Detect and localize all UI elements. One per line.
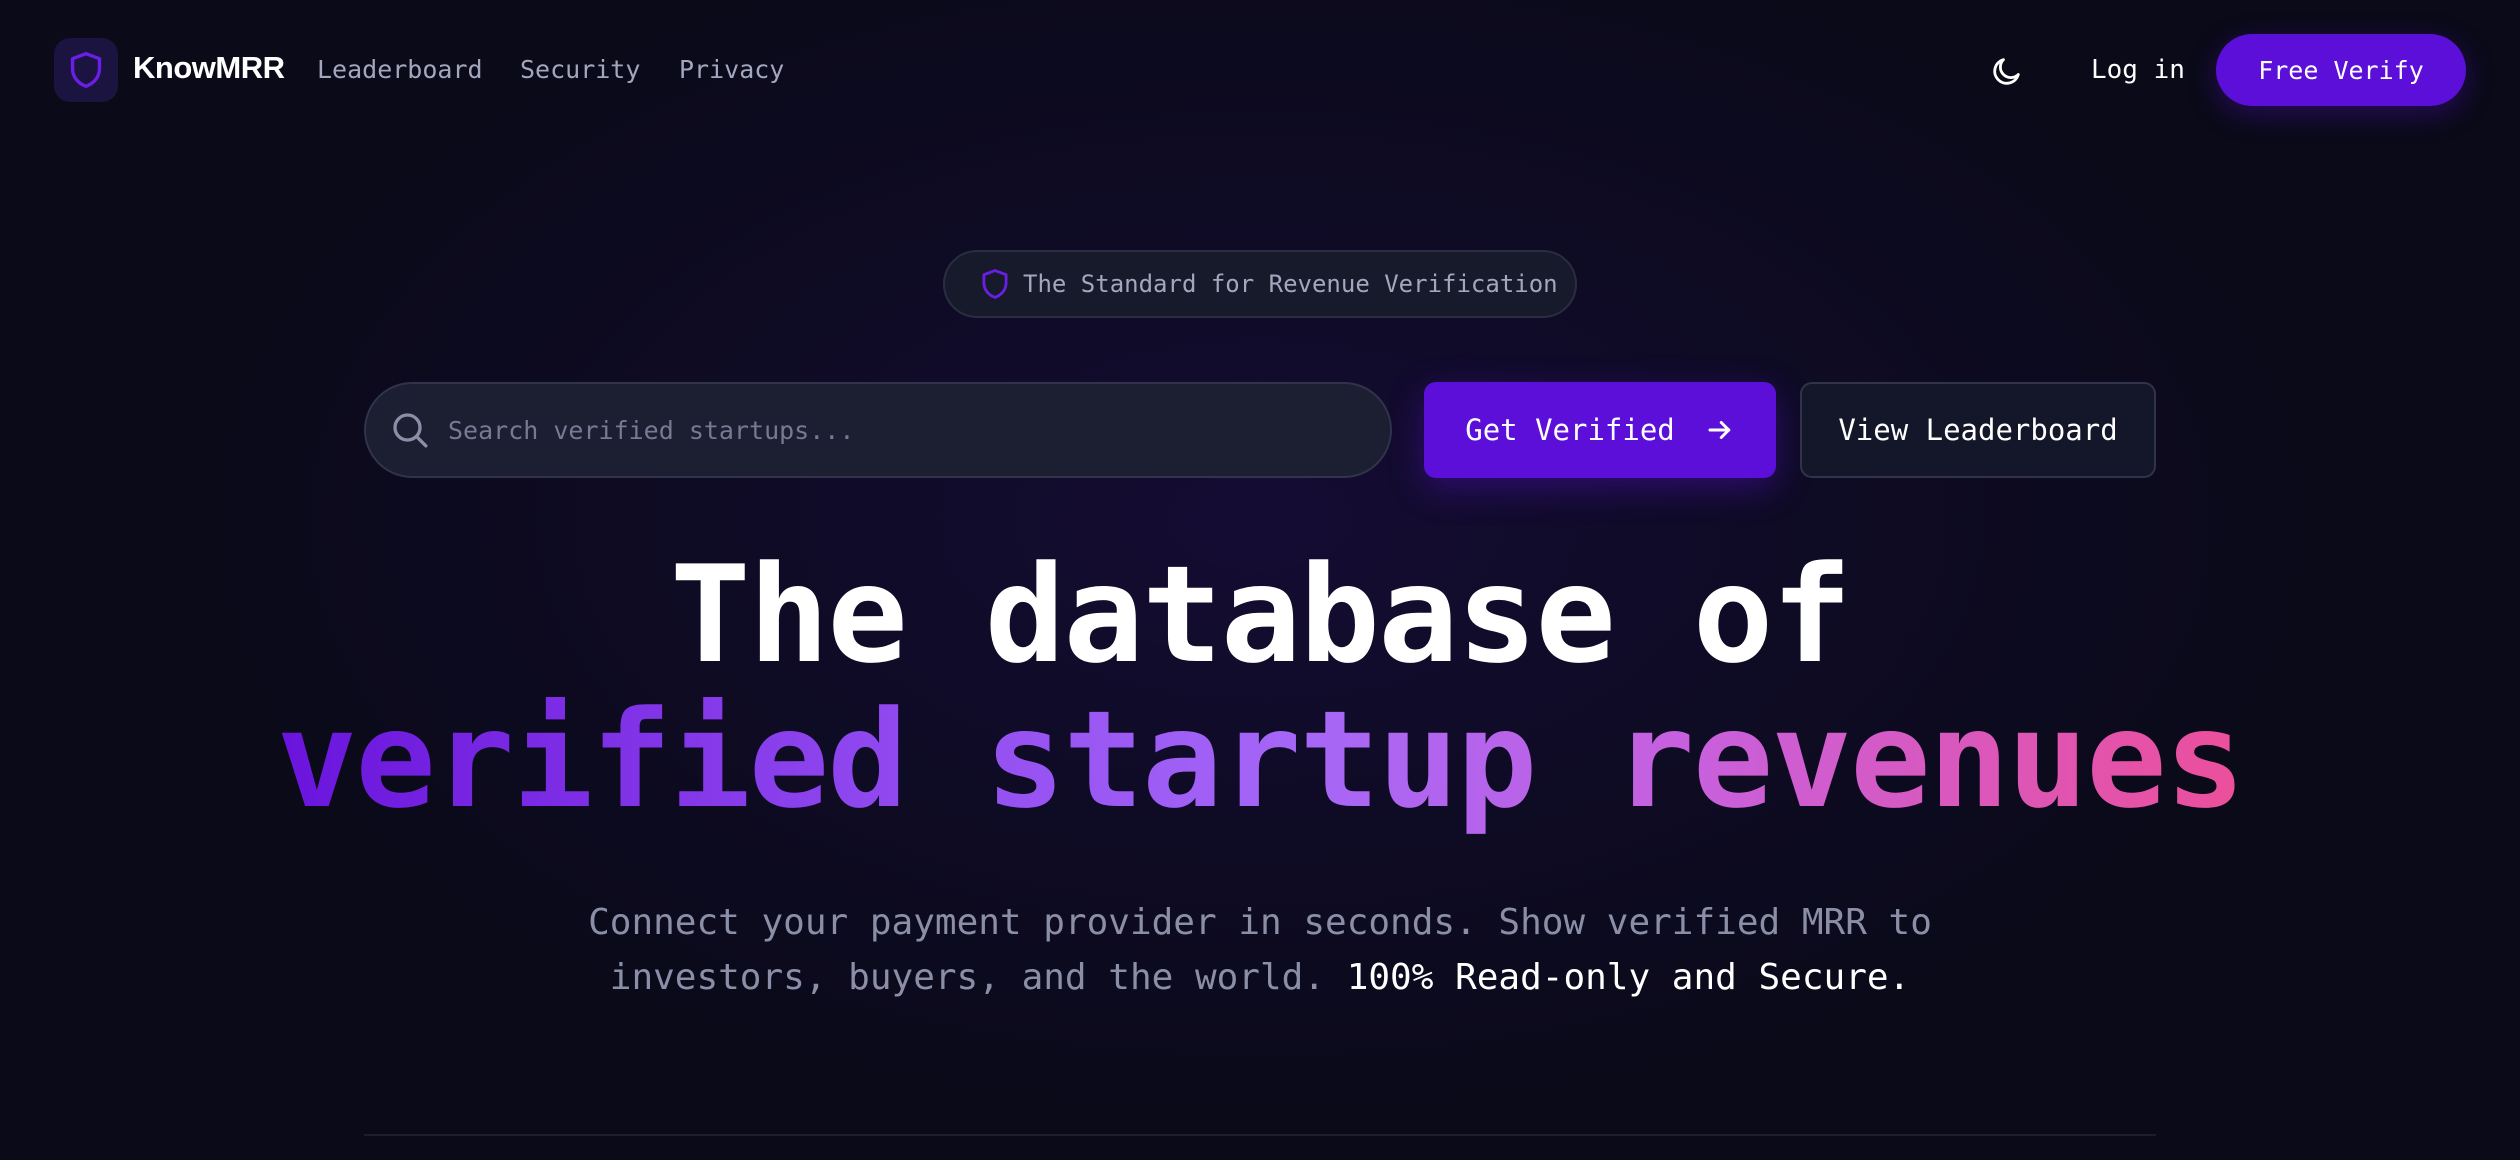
badge-text: The Standard for Revenue Verification	[1023, 270, 1558, 298]
subheadline-line-1: Connect your payment provider in seconds…	[588, 902, 1932, 943]
subheadline-line-2: investors, buyers, and the world. 100% R…	[0, 950, 2520, 1006]
hero-badge: The Standard for Revenue Verification	[943, 250, 1577, 318]
top-navigation: KnowMRR Leaderboard Security Privacy Log…	[0, 0, 2520, 140]
arrow-right-icon	[1708, 421, 1730, 439]
headline-line-2: verified startup revenues	[0, 685, 2520, 835]
search-input[interactable]	[448, 415, 1390, 445]
brand-name[interactable]: KnowMRR	[133, 50, 285, 86]
nav-link-privacy[interactable]: Privacy	[679, 55, 784, 84]
logo[interactable]	[54, 38, 118, 102]
search-icon	[393, 413, 428, 448]
headline-gradient-text: verified startup revenues	[276, 682, 2246, 838]
get-verified-button[interactable]: Get Verified	[1424, 382, 1776, 478]
moon-icon	[1993, 58, 2020, 85]
get-verified-label: Get Verified	[1465, 413, 1675, 447]
subheadline-strong-text: 100% Read-only and Secure.	[1346, 957, 1911, 998]
subheadline-plain-text: investors, buyers, and the world.	[609, 957, 1326, 998]
view-leaderboard-button[interactable]: View Leaderboard	[1800, 382, 2156, 478]
shield-icon	[70, 52, 102, 88]
theme-toggle-button[interactable]	[1990, 54, 2024, 88]
shield-icon	[982, 269, 1008, 299]
login-link[interactable]: Log in	[2091, 55, 2185, 85]
nav-link-leaderboard[interactable]: Leaderboard	[317, 55, 483, 84]
nav-link-security[interactable]: Security	[520, 55, 640, 84]
search-bar[interactable]	[364, 382, 1392, 478]
free-verify-button[interactable]: Free Verify	[2216, 34, 2466, 106]
headline-line-1: The database of	[669, 537, 1852, 693]
section-divider	[364, 1134, 2156, 1136]
